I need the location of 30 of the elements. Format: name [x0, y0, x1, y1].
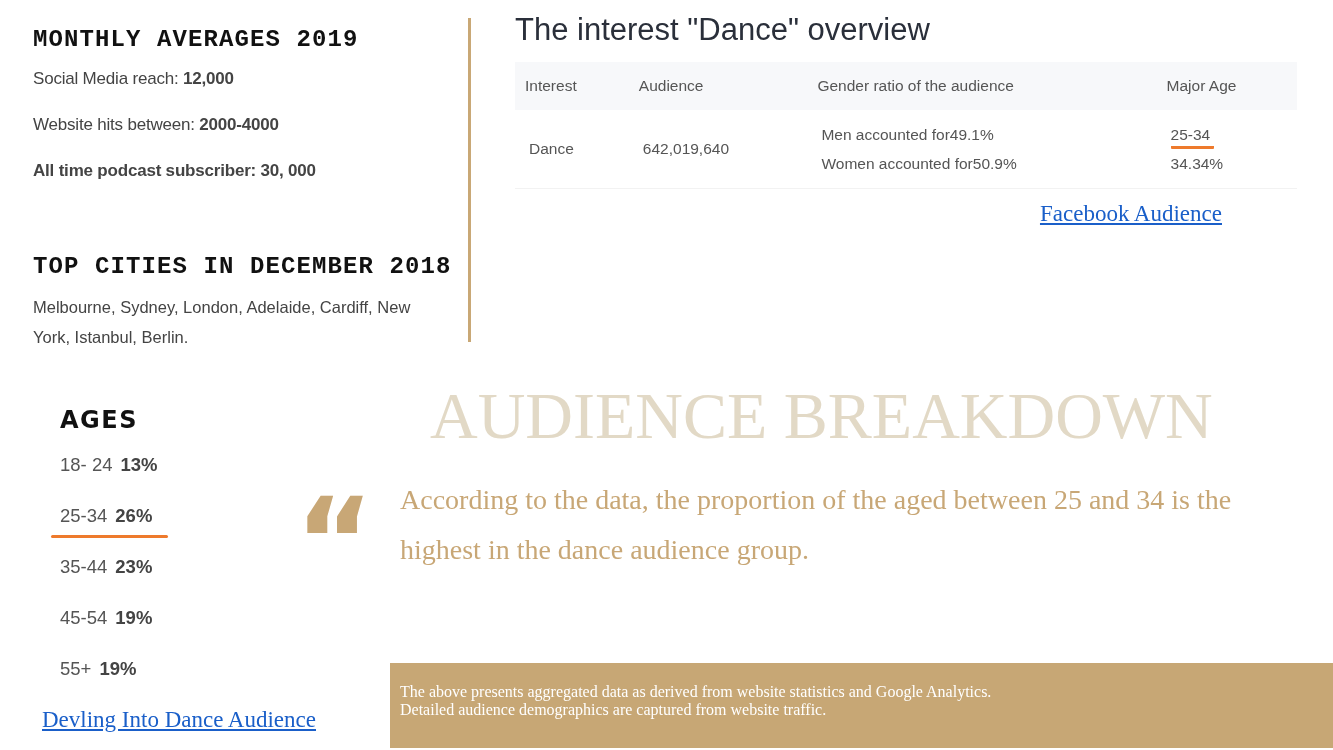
quote-mark: “: [295, 482, 375, 552]
cities-text: Melbourne, Sydney, London, Adelaide, Cardiff, New York, Istanbul, Berlin.: [33, 297, 412, 348]
age-range: 45-54 19%: [60, 607, 153, 629]
stat-text: Website hits between: 2000-4000: [33, 115, 280, 135]
column-header: Gender ratio of the audience: [807, 62, 1157, 110]
audience-link[interactable]: Facebook Audience: [1039, 201, 1222, 227]
audience-link[interactable]: Devling Into Dance Audience: [42, 707, 316, 732]
gender-text: Men accounted for49.1%: [821, 125, 995, 145]
stat-text: All time podcast subscriber: 30, 000: [33, 161, 317, 181]
age-range: 25-34 26%: [60, 505, 153, 527]
age-range: 55+ 19%: [60, 658, 137, 680]
age-share: 34.34%: [1170, 154, 1225, 174]
major-age: 25-34: [1170, 124, 1215, 149]
table-cell: 642,019,640: [628, 110, 808, 189]
column-header: Major Age: [1156, 62, 1297, 110]
column-header: Audience: [628, 62, 808, 110]
note-text: Detailed audience demographics are captured from website traffic.: [400, 701, 828, 719]
ages-heading: AGES: [60, 406, 139, 434]
stat-text: Social Media reach: 12,000: [33, 69, 235, 89]
section-heading: MONTHLY AVERAGES 2019: [33, 26, 360, 53]
note-text: The above presents aggregated data as derived from website statistics and Google Analytics.: [400, 683, 993, 701]
gender-text: Women accounted for50.9%: [821, 154, 1018, 174]
table-cell: Dance: [515, 110, 629, 189]
age-range: 18- 24 13%: [60, 454, 158, 476]
overview-title: The interest "Dance" overview: [515, 12, 931, 48]
age-range: 35-44 23%: [60, 556, 153, 578]
breakdown-title: AUDIENCE BREAKDOWN: [429, 380, 1214, 452]
quote-text: According to the data, the proportion of the aged between 25 and 34 is the highest in the dance audience group.: [399, 483, 1233, 567]
column-header: Interest: [515, 62, 629, 110]
section-heading: TOP CITIES IN DECEMBER 2018: [33, 253, 453, 280]
